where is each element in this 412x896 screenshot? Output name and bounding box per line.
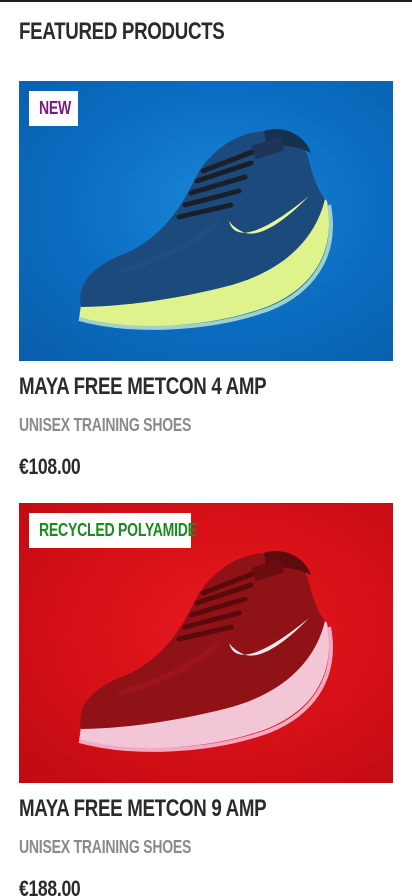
product-price: €108.00 xyxy=(19,454,81,479)
product-image[interactable]: RECYCLED POLYAMIDE xyxy=(19,503,393,783)
product-card[interactable]: RECYCLED POLYAMIDE MAYA FREE METCON 9 AM… xyxy=(19,503,393,896)
product-category: UNISEX TRAINING SHOES xyxy=(19,837,192,857)
product-name[interactable]: MAYA FREE METCON 4 AMP xyxy=(19,371,267,403)
top-divider xyxy=(0,0,412,2)
section-title: FEATURED PRODUCTS xyxy=(19,18,225,45)
badge-label: RECYCLED POLYAMIDE xyxy=(39,520,197,540)
badge-label: NEW xyxy=(39,98,72,118)
product-badge: NEW xyxy=(29,91,78,126)
product-image[interactable]: NEW xyxy=(19,81,393,361)
product-badge: RECYCLED POLYAMIDE xyxy=(29,513,197,548)
product-price: €188.00 xyxy=(19,876,81,896)
product-name[interactable]: MAYA FREE METCON 9 AMP xyxy=(19,793,267,825)
product-card[interactable]: NEW MAYA FREE METCON 4 AMP UNISEX TRAINI… xyxy=(19,81,393,479)
product-category: UNISEX TRAINING SHOES xyxy=(19,415,192,435)
